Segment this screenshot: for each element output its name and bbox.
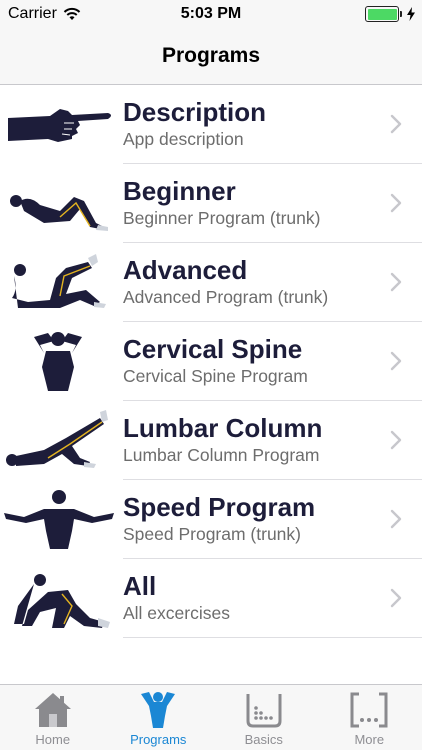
- pointing-hand-icon: [8, 109, 111, 142]
- program-title: Description: [123, 97, 267, 127]
- chevron-right-icon: [390, 509, 402, 529]
- tab-bar: Home Programs Basics More: [0, 684, 422, 750]
- program-row-beginner[interactable]: Beginner Beginner Program (trunk): [0, 164, 422, 243]
- chevron-right-icon: [390, 114, 402, 134]
- program-row-cervical-spine[interactable]: Cervical Spine Cervical Spine Program: [0, 322, 422, 401]
- program-title: Advanced: [123, 255, 248, 285]
- arms-out-figure-icon: [4, 490, 114, 549]
- program-list: Description App description Beginner Beg…: [0, 85, 422, 638]
- status-bar: Carrier 5:03 PM: [0, 0, 422, 28]
- status-time: 5:03 PM: [180, 5, 242, 22]
- tab-label: Basics: [244, 732, 283, 747]
- program-row-lumbar-column[interactable]: Lumbar Column Lumbar Column Program: [0, 401, 422, 480]
- tab-basics[interactable]: Basics: [211, 685, 317, 750]
- program-subtitle: Speed Program (trunk): [123, 524, 301, 544]
- tab-label: Programs: [130, 732, 187, 747]
- leg-raise-figure-icon: [6, 410, 108, 468]
- program-title: All: [123, 571, 157, 601]
- tab-more[interactable]: More: [317, 685, 422, 750]
- home-icon: [34, 693, 71, 727]
- tab-label: Home: [35, 732, 71, 747]
- program-row-advanced[interactable]: Advanced Advanced Program (trunk): [0, 243, 422, 322]
- program-row-description[interactable]: Description App description: [0, 85, 422, 164]
- chevron-right-icon: [390, 272, 402, 292]
- chevron-right-icon: [390, 588, 402, 608]
- program-title: Speed Program: [123, 492, 316, 522]
- program-subtitle: Cervical Spine Program: [123, 366, 308, 386]
- crunch-figure-icon: [12, 254, 106, 308]
- dots-grid-icon: [246, 694, 282, 728]
- charging-bolt-icon: [407, 7, 415, 21]
- lying-figure-icon: [10, 195, 108, 231]
- page-title: Programs: [161, 44, 261, 67]
- battery-group: [365, 6, 416, 22]
- chevron-right-icon: [390, 351, 402, 371]
- tab-home[interactable]: Home: [0, 685, 106, 750]
- program-subtitle: All excercises: [123, 603, 230, 623]
- program-subtitle: App description: [123, 129, 244, 149]
- tab-label: More: [354, 732, 385, 747]
- program-row-speed-program[interactable]: Speed Program Speed Program (trunk): [0, 480, 422, 559]
- more-icon: [350, 692, 388, 728]
- tab-programs[interactable]: Programs: [106, 685, 212, 750]
- chevron-right-icon: [390, 193, 402, 213]
- program-title: Beginner: [123, 176, 236, 206]
- neck-figure-icon: [34, 332, 82, 391]
- program-subtitle: Lumbar Column Program: [123, 445, 320, 465]
- program-row-all[interactable]: All All excercises: [0, 559, 422, 638]
- battery-level: [367, 8, 397, 20]
- program-title: Cervical Spine: [123, 334, 303, 364]
- chevron-right-icon: [390, 430, 402, 450]
- program-title: Lumbar Column: [123, 413, 323, 443]
- kneeling-figure-icon: [14, 574, 110, 628]
- program-subtitle: Beginner Program (trunk): [123, 208, 321, 228]
- battery-icon: [365, 6, 402, 22]
- navigation-bar: Programs: [0, 28, 422, 85]
- program-subtitle: Advanced Program (trunk): [123, 287, 329, 307]
- person-icon: [141, 692, 176, 728]
